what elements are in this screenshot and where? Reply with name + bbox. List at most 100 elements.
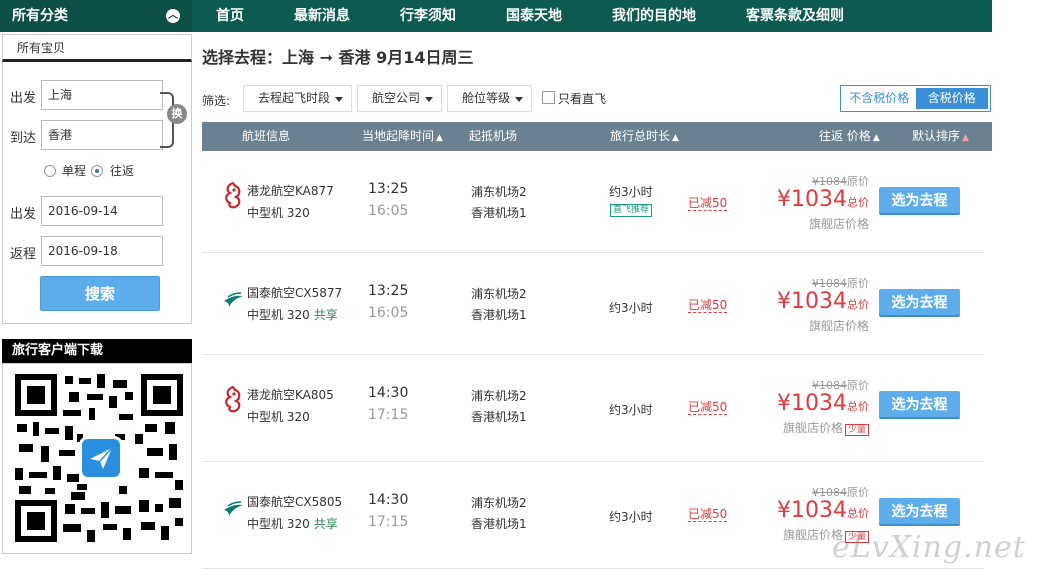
price-currency: ¥: [777, 289, 791, 314]
departure-airport: 浦东机场2: [471, 496, 527, 510]
flight-row: 国泰航空CX5877 中型机 320 共享 13:25 16:05 浦东机场2 香港机场1 约…: [202, 253, 984, 355]
exclude-tax-option[interactable]: 不含税价格: [843, 88, 916, 109]
col-price-label: 往返 价格: [819, 129, 871, 143]
airline-flight-number: 国泰航空CX5877: [247, 286, 343, 300]
flight-row: 港龙航空KA805 中型机 320 14:30 17:15 浦东机场2 香港机场1 约3小时…: [202, 355, 984, 462]
select-outbound-button[interactable]: 选为去程: [879, 289, 960, 317]
nav-baggage[interactable]: 行李须知: [400, 0, 456, 32]
departure-time: 13:25: [368, 283, 409, 299]
discount-label[interactable]: 已减50: [688, 298, 728, 313]
col-local-time[interactable]: 当地起降时间 ▲: [362, 122, 443, 153]
airline-flight-number: 国泰航空CX5805: [247, 495, 343, 509]
arrival-time: 17:15: [368, 514, 409, 530]
flagship-price-label: 旗舰店价格: [808, 217, 869, 231]
sort-up-icon: ▲: [962, 133, 969, 143]
discount-label[interactable]: 已减50: [688, 196, 728, 211]
col-default-sort-label: 默认排序: [912, 129, 961, 143]
discount-label[interactable]: 已减50: [688, 400, 728, 415]
filter-label: 筛选:: [202, 94, 231, 108]
select-outbound-button[interactable]: 选为去程: [879, 498, 960, 526]
brushwing-icon: [222, 283, 244, 311]
sort-up-icon: ▲: [672, 133, 679, 143]
app-logo-icon: [79, 436, 123, 480]
col-duration[interactable]: 旅行总时长 ▲: [610, 122, 679, 153]
nav-destinations[interactable]: 我们的目的地: [612, 0, 696, 32]
total-duration: 约3小时: [609, 510, 653, 524]
flagship-price-label: 旗舰店价格: [808, 319, 869, 333]
flagship-price: 旗舰店价格: [809, 215, 869, 232]
sort-up-icon: ▲: [436, 133, 443, 143]
swap-cities-button[interactable]: 换: [167, 104, 187, 124]
codeshare-link[interactable]: 共享: [314, 517, 338, 531]
nav-cathay-world[interactable]: 国泰天地: [506, 0, 562, 32]
watermark: eLvXing.net: [832, 530, 1026, 565]
return-date-label: 返程: [10, 247, 37, 262]
one-way-radio[interactable]: [44, 165, 56, 177]
cabin-class-filter-label: 舱位等级: [462, 91, 511, 105]
chevron-up-icon[interactable]: ︿: [166, 9, 180, 23]
price-value: 1034: [791, 498, 847, 523]
price-unit: 总价: [847, 507, 869, 520]
departure-airport: 浦东机场2: [471, 185, 527, 199]
col-default-sort[interactable]: 默认排序 ▲: [912, 122, 969, 153]
caret-down-icon: [425, 97, 433, 102]
arrival-time: 16:05: [368, 203, 409, 219]
price-value: 1034: [791, 391, 847, 416]
dragon-icon: [222, 385, 244, 413]
direct-only-label: 只看直飞: [558, 92, 607, 106]
col-local-time-label: 当地起降时间: [362, 129, 435, 143]
depart-date-label: 出发: [10, 207, 37, 222]
departure-time: 14:30: [368, 492, 409, 508]
direct-recommend-badge: 直飞推荐: [610, 204, 653, 217]
total-price: ¥1034总价: [777, 498, 869, 523]
aircraft-type: 中型机 320: [247, 204, 310, 221]
total-price: ¥1034总价: [777, 391, 869, 416]
aircraft-type-label: 中型机 320: [247, 206, 310, 220]
select-outbound-button[interactable]: 选为去程: [879, 391, 960, 419]
cabin-class-filter[interactable]: 舱位等级: [447, 85, 532, 112]
aircraft-type-label: 中型机 320: [247, 517, 310, 531]
codeshare-link[interactable]: 共享: [314, 308, 338, 322]
top-nav-bar: 所有分类 ︿ 首页 最新消息 行李须知 国泰天地 我们的目的地 客票条款及细则: [0, 0, 992, 32]
departure-time-filter[interactable]: 去程起飞时段: [243, 85, 352, 112]
flight-row: 港龙航空KA877 中型机 320 13:25 16:05 浦东机场2 香港机场1 约3小时…: [202, 151, 984, 253]
price-currency: ¥: [777, 498, 791, 523]
app-download-panel: [2, 363, 192, 554]
flagship-price-label: 旗舰店价格: [782, 421, 843, 435]
include-tax-option[interactable]: 含税价格: [915, 88, 988, 109]
return-date-input[interactable]: 2016-09-18: [41, 236, 163, 266]
col-price[interactable]: 往返 价格 ▲: [819, 122, 880, 153]
arrival-airport: 香港机场1: [471, 308, 527, 322]
from-city-input[interactable]: 上海: [41, 80, 163, 110]
depart-date-input[interactable]: 2016-09-14: [41, 196, 163, 226]
nav-news[interactable]: 最新消息: [294, 0, 350, 32]
aircraft-type: 中型机 320 共享: [247, 515, 338, 532]
to-city-input[interactable]: 香港: [41, 120, 163, 150]
col-flight-info: 航班信息: [242, 129, 291, 143]
total-duration: 约3小时: [609, 403, 653, 417]
tab-all-items[interactable]: 所有宝贝: [2, 34, 192, 62]
total-price: ¥1034总价: [777, 289, 869, 314]
brushwing-icon: [222, 492, 244, 520]
price-value: 1034: [791, 289, 847, 314]
round-trip-radio[interactable]: [91, 165, 103, 177]
caret-down-icon: [515, 97, 523, 102]
nav-home[interactable]: 首页: [216, 0, 244, 32]
tax-price-toggle: 不含税价格 含税价格: [840, 85, 991, 112]
page-title: 选择去程：上海 ➞ 香港 9月14日周三: [202, 48, 474, 67]
nav-ticket-terms[interactable]: 客票条款及细则: [746, 0, 844, 32]
aircraft-type: 中型机 320: [247, 408, 310, 425]
select-outbound-button[interactable]: 选为去程: [879, 187, 960, 215]
sort-up-icon: ▲: [872, 133, 880, 143]
price-currency: ¥: [777, 391, 791, 416]
airline-filter-label: 航空公司: [372, 91, 421, 105]
round-trip-label: 往返: [110, 164, 135, 178]
direct-only-checkbox[interactable]: [542, 91, 555, 104]
all-categories-menu[interactable]: 所有分类 ︿: [0, 0, 192, 32]
search-button[interactable]: 搜索: [40, 276, 160, 311]
airline-filter[interactable]: 航空公司: [357, 85, 442, 112]
discount-label[interactable]: 已减50: [688, 507, 728, 522]
col-duration-label: 旅行总时长: [610, 129, 671, 143]
price-unit: 总价: [847, 400, 869, 413]
to-label: 到达: [10, 131, 37, 146]
